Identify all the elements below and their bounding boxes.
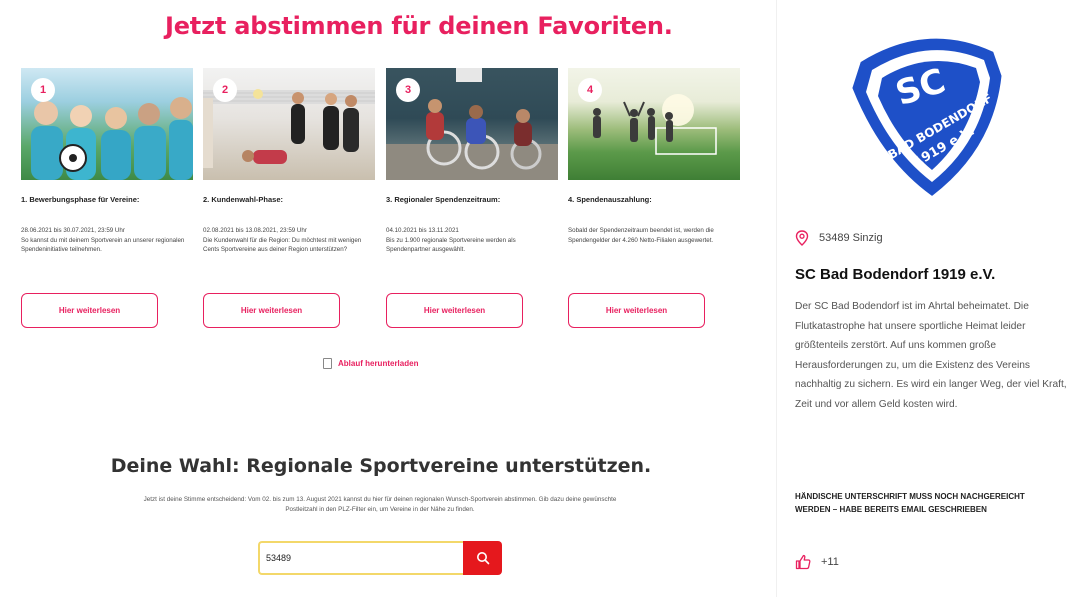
step-text-2: 02.08.2021 bis 13.08.2021, 23:59 Uhr Die… [203,227,362,253]
step-image-3: 3 [386,68,558,180]
step-number-4: 4 [578,78,602,102]
page-title: Jetzt abstimmen für deinen Favoriten. [165,12,673,40]
club-description: Der SC Bad Bodendorf ist im Ahrtal behei… [795,301,1067,410]
plz-search-input[interactable] [258,541,463,575]
step-image-4: 4 [568,68,740,180]
step-number-1: 1 [31,78,55,102]
step-card-2: 2 2. Kundenwahl-Phase: 02.08.2021 bis 13… [203,68,375,328]
search-button[interactable] [463,541,502,575]
step-title-4: 4. Spendenauszahlung: [568,195,652,204]
step-title-2: 2. Kundenwahl-Phase: [203,195,284,204]
club-location-text: 53489 Sinzig [819,232,883,244]
download-label: Ablauf herunterladen [338,359,419,368]
thumbs-up-icon [795,554,811,570]
signature-note: Händische Unterschrift muss noch nachger… [795,492,1025,514]
location-pin-icon [795,230,809,246]
read-more-button-3[interactable]: Hier weiterlesen [386,293,523,328]
step-title-3: 3. Regionaler Spendenzeitraum: [386,195,501,204]
vote-section-title: Deine Wahl: Regionale Sportvereine unter… [110,455,652,477]
step-text-4: Sobald der Spendenzeitraum beendet ist, … [568,227,714,244]
like-counter[interactable]: +11 [795,554,839,570]
vote-section-text: Jetzt ist deine Stimme entscheidend: Vom… [143,496,617,513]
club-sidebar: SC BAD BODENDORF 1919 e.V. 53489 Sinzig … [776,0,1080,597]
plz-search [258,541,502,575]
read-more-button-2[interactable]: Hier weiterlesen [203,293,340,328]
step-text-3: 04.10.2021 bis 13.11.2021 Bis zu 1.900 r… [386,227,516,253]
step-number-3: 3 [396,78,420,102]
main-panel: Jetzt abstimmen für deinen Favoriten. 1 … [0,0,762,597]
read-more-button-4[interactable]: Hier weiterlesen [568,293,705,328]
document-icon [323,358,332,369]
club-crest-logo: SC BAD BODENDORF 1919 e.V. [852,38,1002,196]
like-count: +11 [821,556,839,568]
step-card-4: 4 4. Spendenauszahlung: Sobald der Spend… [568,68,740,328]
step-text-1: 28.06.2021 bis 30.07.2021, 23:59 Uhr So … [21,227,185,253]
read-more-button-1[interactable]: Hier weiterlesen [21,293,158,328]
step-card-3: 3 3. Regionaler Spendenzeitraum: 04.10.2… [386,68,558,328]
club-location: 53489 Sinzig [795,230,883,246]
download-link[interactable]: Ablauf herunterladen [323,358,418,369]
step-number-2: 2 [213,78,237,102]
step-card-1: 1 1. Bewerbungsphase für Vereine: 28.06.… [21,68,193,328]
step-image-2: 2 [203,68,375,180]
step-title-1: 1. Bewerbungsphase für Vereine: [21,195,140,204]
club-name: SC Bad Bodendorf 1919 e.V. [795,266,996,283]
search-icon [476,552,489,565]
step-image-1: 1 [21,68,193,180]
